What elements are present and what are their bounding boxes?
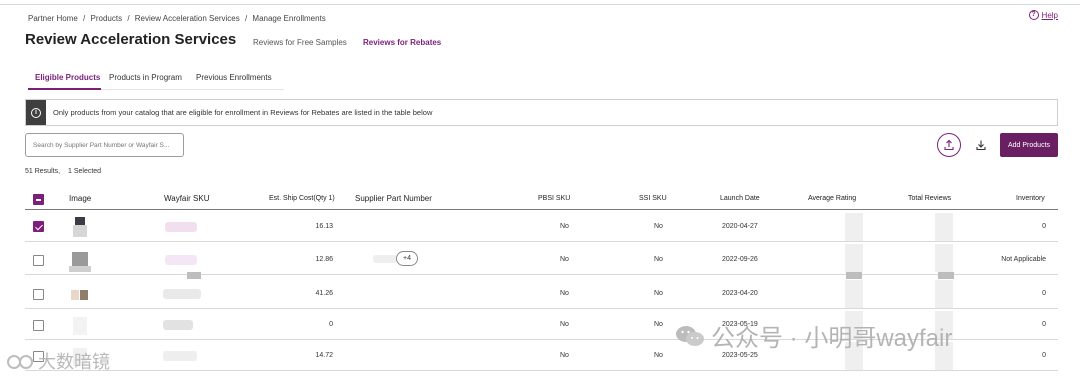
pbsi-sku: No	[560, 223, 569, 230]
breadcrumb-manage-enrollments: Manage Enrollments	[252, 14, 326, 23]
download-button[interactable]	[971, 135, 991, 155]
top-divider	[0, 4, 1080, 5]
supplier-part-number-redacted	[373, 255, 397, 263]
subtab-products-in-program[interactable]: Products in Program	[109, 73, 182, 82]
col-supplier-part-number: Supplier Part Number	[355, 194, 432, 203]
average-rating-redacted	[845, 280, 863, 308]
question-circle-icon: ?	[1028, 10, 1039, 20]
glasses-icon	[7, 355, 33, 369]
inventory: Not Applicable	[1001, 256, 1046, 263]
inventory: 0	[1042, 223, 1046, 230]
table-row[interactable]: 12.86 +4 No No 2022-09-26 Not Applicable	[25, 244, 1058, 279]
average-rating-redacted	[845, 213, 863, 241]
help-link[interactable]: ? Help	[1028, 10, 1058, 20]
col-average-rating: Average Rating	[808, 195, 857, 202]
active-subtab-indicator	[28, 88, 101, 90]
watermark-logo: 大数暗镜	[6, 348, 110, 374]
select-all-checkbox[interactable]	[33, 194, 44, 205]
launch-date: 2020-04-27	[722, 223, 758, 230]
breadcrumb-separator: /	[244, 14, 248, 23]
wayfair-sku-redacted	[163, 320, 193, 330]
row-checkbox[interactable]	[33, 221, 44, 232]
table-row[interactable]: 41.26 No No 2023-04-20 0	[25, 278, 1058, 309]
breadcrumb-partner-home[interactable]: Partner Home	[28, 14, 78, 23]
info-message: Only products from your catalog that are…	[53, 108, 433, 117]
col-inventory: Inventory	[1016, 195, 1045, 202]
upload-icon	[944, 139, 954, 151]
ship-cost: 0	[329, 321, 333, 328]
upload-button[interactable]	[937, 133, 961, 157]
pbsi-sku: No	[560, 352, 569, 359]
wayfair-sku-redacted	[165, 255, 197, 265]
product-thumbnail	[69, 282, 93, 306]
wechat-icon	[676, 325, 704, 346]
col-ship-cost: Est. Ship Cost(Qty 1)	[269, 195, 335, 202]
watermark-logo-text: 大数暗镜	[38, 352, 110, 372]
inventory: 0	[1042, 352, 1046, 359]
average-rating-redacted	[845, 244, 863, 272]
total-reviews-redacted	[935, 280, 953, 308]
col-pbsi-sku: PBSI SKU	[538, 195, 571, 202]
col-launch-date: Launch Date	[720, 195, 760, 202]
subtab-previous-enrollments[interactable]: Previous Enrollments	[196, 73, 272, 82]
info-icon-box: i	[26, 100, 46, 125]
launch-date: 2022-09-26	[722, 256, 758, 263]
col-total-reviews: Total Reviews	[908, 195, 952, 202]
row-checkbox[interactable]	[33, 320, 44, 331]
wayfair-sku-redacted	[163, 289, 201, 299]
table-row[interactable]: 16.13 No No 2020-04-27 0	[25, 211, 1058, 242]
table-header: Image Wayfair SKU Est. Ship Cost(Qty 1) …	[25, 190, 1058, 210]
tab-reviews-free-samples[interactable]: Reviews for Free Samples	[253, 38, 347, 47]
row-checkbox[interactable]	[33, 289, 44, 300]
breadcrumb-separator: /	[127, 14, 130, 23]
launch-date: 2023-04-20	[722, 290, 758, 297]
help-label: Help	[1041, 10, 1058, 20]
download-icon	[976, 140, 986, 151]
wayfair-sku-redacted	[163, 351, 197, 361]
info-icon: i	[31, 107, 41, 118]
breadcrumb: Partner Home / Products / Review Acceler…	[28, 14, 329, 23]
product-thumbnail	[69, 215, 93, 239]
search-input[interactable]	[25, 133, 184, 157]
results-selected: 1 Selected	[67, 168, 102, 175]
ssi-sku: No	[654, 290, 663, 297]
add-products-button[interactable]: Add Products	[1000, 133, 1058, 157]
ssi-sku: No	[654, 321, 663, 328]
breadcrumb-products[interactable]: Products	[91, 14, 123, 23]
breadcrumb-separator: /	[83, 14, 86, 23]
ssi-sku: No	[654, 352, 663, 359]
results-summary: 51 Results, 1 Selected	[25, 168, 107, 175]
product-thumbnail	[69, 248, 93, 272]
pbsi-sku: No	[560, 321, 569, 328]
pbsi-sku: No	[560, 256, 569, 263]
more-part-numbers-badge[interactable]: +4	[396, 251, 418, 266]
tab-reviews-rebates[interactable]: Reviews for Rebates	[363, 38, 441, 47]
watermark-text: 公众号 · 小明哥wayfair	[711, 325, 953, 352]
inventory: 0	[1042, 290, 1046, 297]
subtab-eligible-products[interactable]: Eligible Products	[35, 73, 100, 82]
watermark-wechat: 公众号 · 小明哥wayfair	[675, 318, 952, 353]
inventory: 0	[1042, 321, 1046, 328]
info-banner: i Only products from your catalog that a…	[25, 99, 1058, 126]
wayfair-sku-redacted	[165, 222, 197, 232]
row-checkbox[interactable]	[33, 255, 44, 266]
ship-cost: 41.26	[315, 290, 333, 297]
ship-cost: 12.86	[315, 256, 333, 263]
launch-date: 2023-05-25	[722, 352, 758, 359]
pbsi-sku: No	[560, 290, 569, 297]
col-wayfair-sku: Wayfair SKU	[164, 194, 210, 203]
ship-cost: 14.72	[315, 352, 333, 359]
ship-cost: 16.13	[315, 223, 333, 230]
ssi-sku: No	[654, 256, 663, 263]
total-reviews-redacted	[935, 244, 953, 272]
breadcrumb-review-acceleration[interactable]: Review Acceleration Services	[135, 14, 240, 23]
results-count: 51 Results,	[25, 168, 61, 175]
col-image: Image	[69, 194, 92, 203]
page-title: Review Acceleration Services	[25, 31, 237, 48]
ssi-sku: No	[654, 223, 663, 230]
product-thumbnail	[69, 313, 93, 337]
total-reviews-redacted	[935, 213, 953, 241]
col-ssi-sku: SSI SKU	[639, 195, 667, 202]
